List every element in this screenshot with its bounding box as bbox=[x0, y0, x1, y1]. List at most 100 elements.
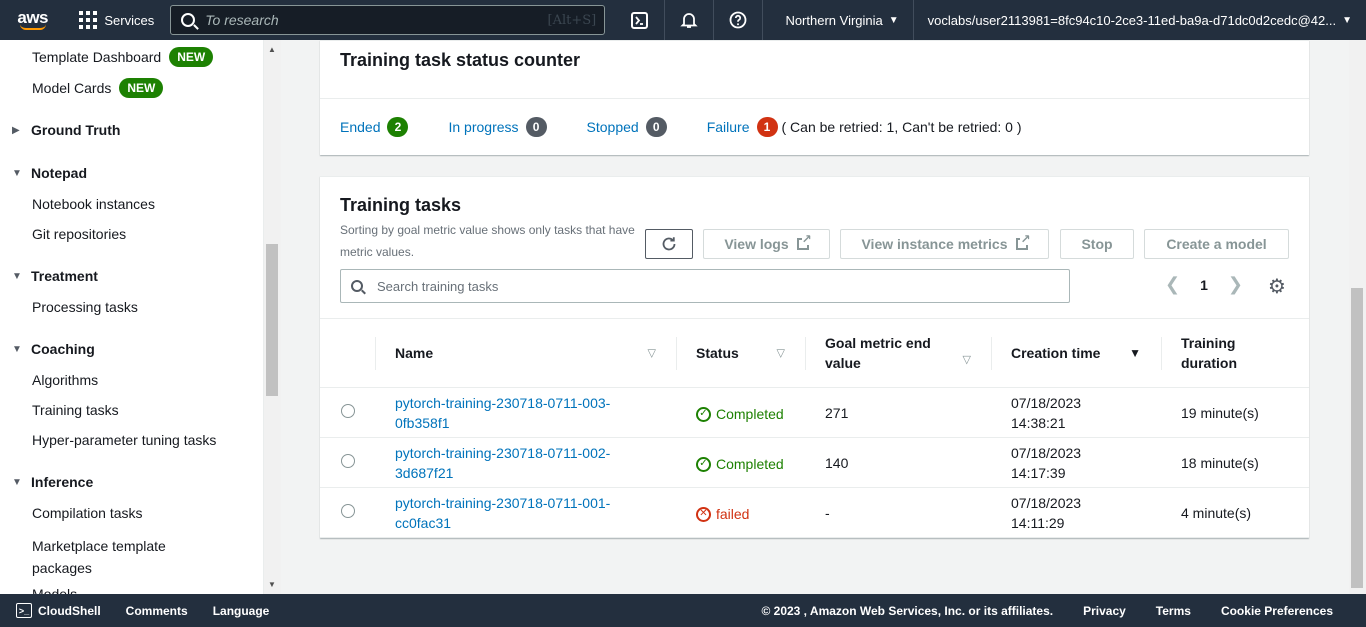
training-job-link[interactable]: pytorch-training-230718-0711-003-0fb358f… bbox=[395, 395, 610, 431]
column-header-training-duration[interactable]: Training duration bbox=[1161, 318, 1309, 388]
sidebar-navigation: Template Dashboard NEW Model Cards NEW ▶… bbox=[0, 40, 264, 594]
column-header-name[interactable]: Name ▽ bbox=[375, 318, 676, 388]
sidebar-section-coaching[interactable]: ▼ Coaching bbox=[12, 341, 95, 357]
footer-copyright: © 2023 , Amazon Web Services, Inc. or it… bbox=[761, 603, 1054, 618]
main-scrollbar-thumb[interactable] bbox=[1351, 288, 1363, 588]
column-header-label: Name bbox=[395, 345, 434, 361]
view-instance-metrics-button[interactable]: View instance metrics bbox=[840, 229, 1049, 259]
view-logs-button[interactable]: View logs bbox=[703, 229, 830, 259]
top-navigation: aws Services To research [Alt+S] Norther… bbox=[0, 0, 1366, 40]
table-row[interactable]: pytorch-training-230718-0711-002-3d687f2… bbox=[320, 437, 1309, 488]
sort-caret-icon: ▽ bbox=[647, 347, 656, 360]
footer-terms-link[interactable]: Terms bbox=[1156, 604, 1191, 618]
sidebar-scrollbar[interactable]: ▲ ▼ bbox=[264, 40, 281, 594]
sidebar-item-model-cards[interactable]: Model Cards NEW bbox=[32, 78, 164, 98]
row-radio-button[interactable] bbox=[341, 453, 355, 468]
check-circle-icon: ✓ bbox=[696, 406, 711, 422]
counter-stopped-link[interactable]: Stopped bbox=[587, 119, 639, 135]
table-row[interactable]: pytorch-training-230718-0711-001-cc0fac3… bbox=[320, 487, 1309, 538]
footer-privacy-link[interactable]: Privacy bbox=[1083, 604, 1126, 618]
global-search-input[interactable]: To research [Alt+S] bbox=[170, 5, 606, 35]
sidebar-section-treatment[interactable]: ▼ Treatment bbox=[12, 268, 98, 284]
search-placeholder: Search training tasks bbox=[377, 278, 499, 294]
sidebar-item-template-dashboard[interactable]: Template Dashboard NEW bbox=[32, 47, 214, 67]
footer-cookie-preferences-link[interactable]: Cookie Preferences bbox=[1221, 604, 1333, 618]
sidebar-section-ground-truth[interactable]: ▶ Ground Truth bbox=[12, 122, 120, 138]
create-model-label: Create a model bbox=[1166, 236, 1267, 252]
bell-icon bbox=[680, 13, 698, 28]
counter-in-progress[interactable]: In progress 0 bbox=[448, 117, 547, 137]
column-header-label: Creation time bbox=[1011, 345, 1101, 361]
counter-failure-link[interactable]: Failure bbox=[707, 119, 750, 135]
external-link-icon bbox=[1015, 233, 1031, 250]
counter-failure-note: ( Can be retried: 1, Can't be retried: 0… bbox=[781, 119, 1022, 135]
sidebar-section-label: Treatment bbox=[31, 268, 98, 284]
column-divider bbox=[1161, 337, 1162, 370]
sidebar-section-inference[interactable]: ▼ Inference bbox=[12, 474, 93, 490]
column-header-label: Goal metric end value bbox=[825, 335, 931, 371]
metric-cell: 140 bbox=[805, 437, 991, 488]
sidebar-scrollbar-thumb[interactable] bbox=[266, 244, 278, 396]
footer-cloudshell-button[interactable]: >_ CloudShell bbox=[16, 603, 101, 618]
sidebar-item-training-tasks[interactable]: Training tasks bbox=[32, 402, 119, 418]
status-indicator: ✓ Completed bbox=[696, 404, 784, 424]
row-radio-button[interactable] bbox=[341, 403, 355, 418]
scroll-down-arrow-icon[interactable]: ▼ bbox=[268, 580, 276, 589]
training-job-link[interactable]: pytorch-training-230718-0711-001-cc0fac3… bbox=[395, 495, 610, 531]
current-page-number[interactable]: 1 bbox=[1200, 277, 1208, 293]
sidebar-item-git-repositories[interactable]: Git repositories bbox=[32, 226, 126, 242]
x-circle-icon: ✕ bbox=[696, 506, 711, 522]
column-header-creation-time[interactable]: Creation time ▼ bbox=[991, 318, 1161, 388]
counter-failure[interactable]: Failure 1 ( Can be retried: 1, Can't be … bbox=[707, 117, 1022, 137]
footer-cloudshell-label: CloudShell bbox=[38, 603, 101, 618]
counter-ended-link[interactable]: Ended bbox=[340, 119, 380, 135]
column-header-goal-metric[interactable]: Goal metric end value ▽ bbox=[805, 318, 991, 388]
sidebar-item-models[interactable]: Models bbox=[32, 586, 77, 594]
services-grid-icon bbox=[79, 11, 98, 29]
sidebar-item-algorithms[interactable]: Algorithms bbox=[32, 372, 98, 388]
stop-button[interactable]: Stop bbox=[1060, 229, 1134, 259]
status-label: failed bbox=[716, 506, 750, 522]
sidebar-item-notebook-instances[interactable]: Notebook instances bbox=[32, 196, 155, 212]
cloudshell-icon: >_ bbox=[16, 603, 32, 618]
previous-page-icon[interactable]: ❮ bbox=[1165, 274, 1180, 295]
column-header-status[interactable]: Status ▽ bbox=[676, 318, 805, 388]
training-job-link[interactable]: pytorch-training-230718-0711-002-3d687f2… bbox=[395, 445, 610, 481]
refresh-button[interactable] bbox=[645, 229, 693, 259]
table-row[interactable]: pytorch-training-230718-0711-003-0fb358f… bbox=[320, 387, 1309, 438]
help-button[interactable] bbox=[714, 0, 764, 40]
counter-ended[interactable]: Ended 2 bbox=[340, 117, 409, 137]
row-select-cell bbox=[320, 487, 375, 538]
notifications-button[interactable] bbox=[665, 0, 715, 40]
sidebar-item-label: Notebook instances bbox=[32, 196, 155, 212]
status-label: Completed bbox=[716, 406, 784, 422]
row-select-cell bbox=[320, 437, 375, 488]
cloudshell-button[interactable] bbox=[615, 0, 665, 40]
creation-time-value: 07/18/2023 14:11:29 bbox=[1011, 494, 1082, 531]
sidebar-item-marketplace-templates[interactable]: Marketplace template packages bbox=[32, 535, 212, 579]
row-radio-button[interactable] bbox=[341, 503, 355, 518]
region-selector[interactable]: Northern Virginia ▼ bbox=[771, 0, 914, 40]
sidebar-item-hpt-tasks[interactable]: Hyper-parameter tuning tasks bbox=[32, 432, 216, 448]
sidebar-section-notepad[interactable]: ▼ Notepad bbox=[12, 165, 87, 181]
services-menu-button[interactable]: Services bbox=[79, 11, 154, 29]
footer: >_ CloudShell Comments Language © 2023 ,… bbox=[0, 594, 1366, 627]
next-page-icon[interactable]: ❯ bbox=[1228, 274, 1243, 295]
gear-icon[interactable]: ⚙ bbox=[1268, 274, 1286, 299]
creation-time-cell: 07/18/2023 14:17:39 bbox=[991, 437, 1161, 488]
footer-comments-link[interactable]: Comments bbox=[126, 604, 188, 618]
training-tasks-search-input[interactable]: Search training tasks bbox=[340, 269, 1070, 303]
main-scrollbar[interactable] bbox=[1349, 40, 1366, 594]
region-label: Northern Virginia bbox=[785, 12, 883, 28]
create-model-button[interactable]: Create a model bbox=[1144, 229, 1289, 259]
footer-language-link[interactable]: Language bbox=[213, 604, 270, 618]
aws-logo[interactable]: aws bbox=[8, 0, 57, 40]
column-divider bbox=[991, 337, 992, 370]
scroll-up-arrow-icon[interactable]: ▲ bbox=[268, 45, 276, 54]
counter-stopped[interactable]: Stopped 0 bbox=[587, 117, 667, 137]
name-cell: pytorch-training-230718-0711-003-0fb358f… bbox=[375, 387, 676, 438]
sidebar-item-processing-tasks[interactable]: Processing tasks bbox=[32, 299, 138, 315]
sidebar-item-compilation-tasks[interactable]: Compilation tasks bbox=[32, 505, 143, 521]
counter-in-progress-link[interactable]: In progress bbox=[448, 119, 518, 135]
account-menu[interactable]: voclabs/user2113981=8fc94c10-2ce3-11ed-b… bbox=[914, 0, 1366, 40]
